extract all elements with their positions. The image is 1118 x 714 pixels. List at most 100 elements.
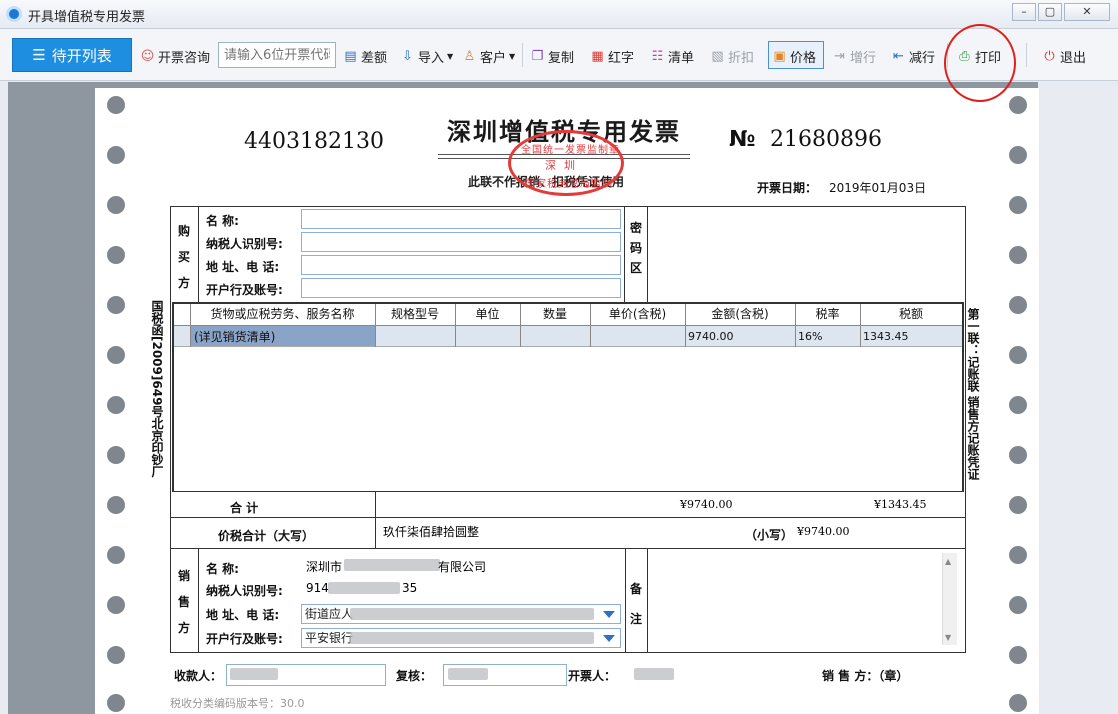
frame-line (170, 206, 966, 207)
remark-textarea[interactable] (650, 552, 942, 648)
tractor-hole (107, 546, 125, 564)
buyer-name-label: 名 称: (206, 214, 239, 228)
cipher-label-text: 密码区 (629, 221, 642, 275)
date-label: 开票日期： (757, 181, 818, 195)
sum-small-amount: ¥9740.00 (797, 525, 850, 538)
invoice-number: 21680896 (770, 127, 882, 152)
pending-list-label: 待开列表 (51, 46, 112, 65)
tractor-hole (107, 196, 125, 214)
list-button[interactable]: ☷ 清单 (650, 47, 694, 66)
seller-bank-label: 开户行及账号: (206, 632, 283, 646)
redacted-text (328, 582, 400, 594)
power-icon: ⏻ (1044, 48, 1055, 64)
exit-label: 退出 (1060, 50, 1087, 66)
document-list-icon: ☰ (32, 46, 46, 64)
buyer-name-input[interactable] (301, 209, 621, 229)
delete-row-button[interactable]: ⇤ 减行 (891, 47, 935, 66)
seller-taxid-label: 纳税人识别号: (206, 584, 283, 598)
scroll-down-icon[interactable]: ▼ (945, 633, 951, 642)
tractor-hole (1009, 346, 1027, 364)
tractor-hole (107, 246, 125, 264)
window-title: 开具增值税专用发票 (28, 10, 146, 25)
copy-button[interactable]: ❐ 复制 (530, 47, 574, 66)
customer-button[interactable]: ♙ 客户 ▼ (462, 47, 516, 66)
buyer-address-input[interactable] (301, 255, 621, 275)
col-header-qty: 数量 (542, 307, 567, 321)
diff-button[interactable]: ▤ 差额 (343, 47, 387, 66)
import-label: 导入 (418, 50, 445, 66)
discount-button[interactable]: ▧ 折扣 (710, 47, 755, 66)
table-border (172, 491, 964, 492)
toolbar-divider (1026, 43, 1027, 67)
close-button[interactable]: ✕ (1064, 3, 1110, 21)
frame-line (170, 517, 966, 518)
stamp-middle-text: 深圳 (545, 159, 583, 172)
buyer-taxid-input[interactable] (301, 232, 621, 252)
frame-line (170, 548, 966, 549)
tractor-hole (107, 396, 125, 414)
tractor-hole (1009, 96, 1027, 114)
tractor-hole (1009, 596, 1027, 614)
sum-in-words: 玖仟柒佰肆拾圆整 (383, 525, 480, 539)
consult-button[interactable]: ☺ 开票咨询 (140, 47, 210, 66)
tractor-hole (1009, 694, 1027, 712)
buyer-taxid-label: 纳税人识别号: (206, 237, 283, 251)
item-name-cell[interactable]: (详见销货清单) (194, 328, 275, 346)
remark-section-label: 备注 (629, 574, 643, 634)
total-label: 合 计 (230, 501, 259, 515)
frame-line (375, 517, 376, 548)
price-icon: ▣ (773, 48, 786, 64)
seller-address-prefix: 街道应人 (305, 607, 354, 621)
buyer-bank-input[interactable] (301, 278, 621, 298)
remark-label-text: 备注 (629, 582, 642, 626)
add-row-button[interactable]: ⇥ 增行 (832, 47, 876, 66)
invoice-code-input[interactable] (218, 42, 336, 68)
cipher-section-label: 密码区 (629, 218, 643, 278)
pending-list-button[interactable]: ☰ 待开列表 (12, 38, 132, 72)
maximize-button[interactable]: ▢ (1038, 3, 1062, 21)
discount-icon: ▧ (711, 48, 724, 64)
col-header-rate: 税率 (815, 307, 840, 321)
item-amount-cell[interactable]: 9740.00 (688, 328, 734, 346)
tractor-hole (107, 446, 125, 464)
col-header-spec: 规格型号 (390, 307, 439, 321)
discount-label: 折扣 (728, 50, 755, 66)
scroll-up-icon[interactable]: ▲ (945, 557, 951, 566)
remark-scrollbar[interactable]: ▲ ▼ (942, 553, 957, 645)
tractor-hole (107, 646, 125, 664)
chevron-down-icon: ▼ (509, 51, 516, 61)
import-button[interactable]: ⇩ 导入 ▼ (400, 47, 453, 66)
frame-line (647, 549, 648, 653)
seller-taxid-prefix: 914 (306, 581, 329, 595)
copy-designation-text: 第一联：记账联 销售方记账凭证 (966, 308, 980, 481)
tractor-hole (107, 496, 125, 514)
exit-button[interactable]: ⏻ 退出 (1042, 47, 1087, 66)
tractor-hole (107, 146, 125, 164)
tractor-hole (1009, 196, 1027, 214)
buyer-section-label: 购买方 (177, 218, 191, 296)
invoice-code: 4403182130 (244, 129, 384, 154)
buyer-label-text: 购买方 (177, 224, 190, 290)
add-row-icon: ⇥ (834, 48, 845, 64)
item-rate-cell[interactable]: 16% (798, 328, 822, 346)
col-header-unit: 单位 (475, 307, 500, 321)
seller-name-suffix: 有限公司 (438, 560, 487, 574)
copy-icon: ❐ (531, 48, 544, 64)
price-button[interactable]: ▣ 价格 (772, 47, 816, 66)
toolbar-divider (522, 43, 523, 67)
minimize-button[interactable]: – (1012, 3, 1036, 21)
redacted-text (350, 632, 594, 644)
sum-label: 价税合计（大写） (218, 529, 315, 543)
tractor-hole (1009, 496, 1027, 514)
seller-name-label: 名 称: (206, 562, 239, 576)
seller-section-label: 销售方 (177, 563, 191, 641)
red-invoice-button[interactable]: ▦ 红字 (590, 47, 634, 66)
frame-line (965, 206, 966, 653)
redacted-text (350, 608, 594, 620)
chevron-down-icon (603, 611, 615, 618)
tractor-hole (1009, 246, 1027, 264)
tractor-hole (107, 346, 125, 364)
people-icon: ☺ (140, 48, 155, 64)
item-tax-cell[interactable]: 1343.45 (863, 328, 909, 346)
tractor-hole (107, 694, 125, 712)
